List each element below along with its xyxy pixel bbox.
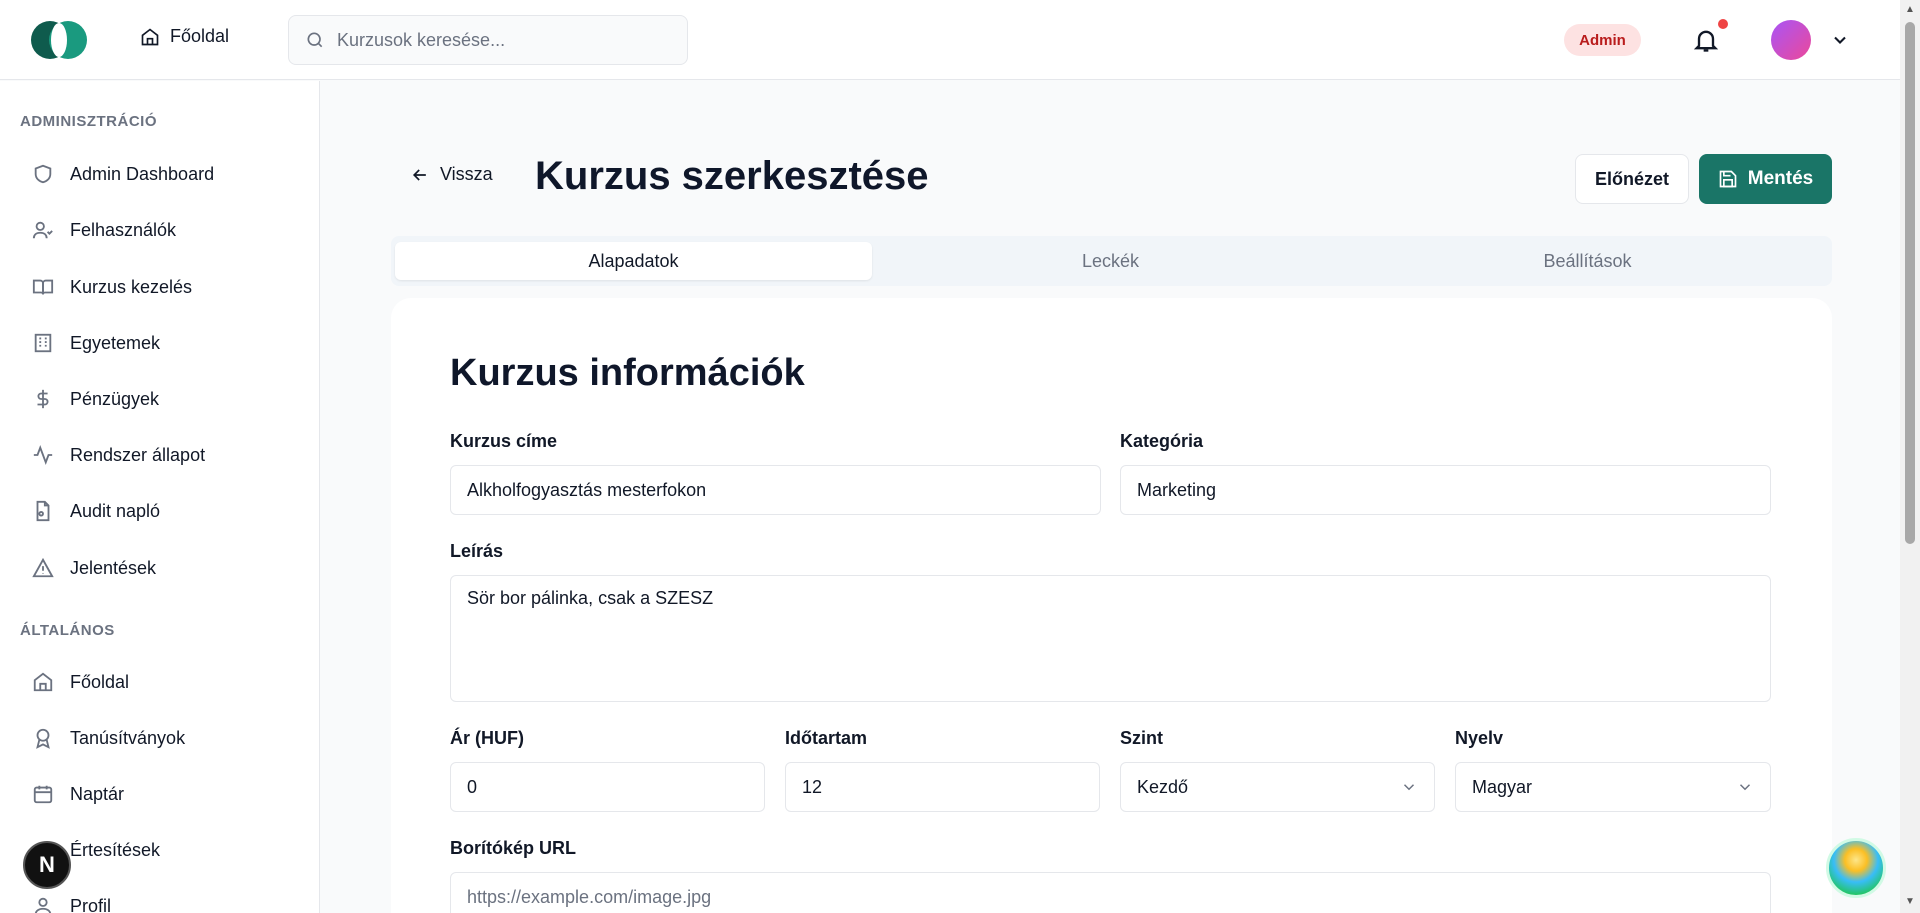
book-icon <box>32 279 54 295</box>
scroll-down-arrow-icon[interactable]: ▼ <box>1905 896 1915 907</box>
level-select[interactable]: Kezdő <box>1120 762 1435 812</box>
sidebar-item-certificates[interactable]: Tanúsítványok <box>32 718 302 758</box>
nextjs-dev-badge[interactable]: N <box>23 841 71 889</box>
back-label: Vissza <box>440 164 493 184</box>
home-icon <box>33 672 53 692</box>
description-textarea[interactable]: Sör bor pálinka, csak a SZESZ <box>450 575 1771 702</box>
sidebar-item-notifications[interactable]: Értesítések <box>32 830 302 870</box>
sidebar-item-reports[interactable]: Jelentések <box>32 548 302 588</box>
notification-dot <box>1718 19 1728 29</box>
sidebar-item-label: Jelentések <box>70 557 157 578</box>
course-title-label: Kurzus címe <box>450 431 558 451</box>
tab-basics[interactable]: Alapadatok <box>395 242 872 280</box>
cover-url-input[interactable] <box>467 886 1754 908</box>
course-title-field[interactable] <box>450 465 1101 515</box>
sidebar-item-users[interactable]: Felhasználók <box>32 210 302 250</box>
sidebar-item-label: Audit napló <box>70 500 161 521</box>
language-value: Magyar <box>1472 776 1533 797</box>
notifications-bell-icon[interactable] <box>1692 24 1720 56</box>
calendar-icon <box>33 785 53 804</box>
sidebar: ADMINISZTRÁCIÓ Admin Dashboard Felhaszná… <box>0 81 320 913</box>
search-box[interactable] <box>288 15 688 65</box>
sidebar-item-profile[interactable]: Profil <box>32 886 302 913</box>
sidebar-item-label: Felhasználók <box>70 219 177 240</box>
price-label: Ár (HUF) <box>450 728 524 748</box>
home-link-label: Főoldal <box>170 26 230 46</box>
chevron-down-icon[interactable] <box>1830 30 1850 50</box>
scroll-up-arrow-icon[interactable]: ▲ <box>1905 4 1915 15</box>
level-value: Kezdő <box>1137 776 1189 797</box>
sidebar-item-label: Értesítések <box>70 839 161 860</box>
sidebar-item-label: Főoldal <box>70 671 130 692</box>
users-icon <box>32 221 53 239</box>
sidebar-item-system-status[interactable]: Rendszer állapot <box>32 435 302 475</box>
sidebar-item-course-management[interactable]: Kurzus kezelés <box>32 267 302 307</box>
dollar-icon <box>37 389 49 409</box>
price-input[interactable] <box>467 776 748 798</box>
home-link[interactable]: Főoldal <box>140 26 229 47</box>
duration-input[interactable] <box>802 776 1083 798</box>
tab-bar: Alapadatok Leckék Beállítások <box>391 236 1832 286</box>
card-title: Kurzus információk <box>450 352 805 394</box>
cover-url-field[interactable] <box>450 872 1771 913</box>
tab-lessons[interactable]: Leckék <box>872 242 1349 280</box>
page-title: Kurzus szerkesztése <box>535 154 929 198</box>
sidebar-item-finances[interactable]: Pénzügyek <box>32 379 302 419</box>
user-icon <box>34 897 52 913</box>
category-field[interactable] <box>1120 465 1771 515</box>
preview-button[interactable]: Előnézet <box>1575 154 1689 204</box>
language-select[interactable]: Magyar <box>1455 762 1771 812</box>
alert-triangle-icon <box>32 557 54 578</box>
category-input[interactable] <box>1137 479 1754 501</box>
sidebar-item-universities[interactable]: Egyetemek <box>32 323 302 363</box>
arrow-left-icon <box>412 168 426 181</box>
save-button[interactable]: Mentés <box>1699 154 1832 204</box>
sidebar-item-home[interactable]: Főoldal <box>32 662 302 702</box>
sidebar-item-label: Profil <box>70 895 112 913</box>
course-title-input[interactable] <box>467 479 1084 501</box>
search-icon <box>307 32 323 48</box>
shield-icon <box>34 164 52 184</box>
award-icon <box>36 728 50 749</box>
language-label: Nyelv <box>1455 728 1504 748</box>
save-icon <box>1719 170 1737 188</box>
sidebar-item-label: Egyetemek <box>70 332 161 353</box>
sidebar-item-label: Naptár <box>70 783 125 804</box>
chevron-down-icon <box>1403 784 1415 791</box>
assistant-fab-icon[interactable] <box>1826 838 1886 898</box>
search-input[interactable] <box>337 29 657 51</box>
save-label: Mentés <box>1747 168 1814 189</box>
home-icon <box>141 27 159 45</box>
top-header: Főoldal Admin <box>0 0 1900 80</box>
sidebar-item-label: Pénzügyek <box>70 388 160 409</box>
file-audit-icon <box>36 500 50 522</box>
level-label: Szint <box>1120 728 1163 748</box>
user-avatar[interactable] <box>1771 20 1811 60</box>
sidebar-item-admin-dashboard[interactable]: Admin Dashboard <box>32 154 302 194</box>
activity-icon <box>33 445 53 465</box>
sidebar-item-label: Admin Dashboard <box>70 163 215 184</box>
sidebar-item-label: Rendszer állapot <box>70 444 206 465</box>
role-badge: Admin <box>1564 24 1641 56</box>
sidebar-item-calendar[interactable]: Naptár <box>32 774 302 814</box>
price-field[interactable] <box>450 762 765 812</box>
tab-settings[interactable]: Beállítások <box>1349 242 1826 280</box>
building-icon <box>34 333 52 353</box>
app-logo[interactable] <box>30 20 88 60</box>
chevron-down-icon <box>1739 784 1751 791</box>
description-label: Leírás <box>450 541 504 561</box>
sidebar-item-label: Kurzus kezelés <box>70 276 193 297</box>
sidebar-section-admin: ADMINISZTRÁCIÓ <box>20 113 157 130</box>
category-label: Kategória <box>1120 431 1204 451</box>
scrollbar-thumb[interactable] <box>1905 22 1915 544</box>
duration-field[interactable] <box>785 762 1100 812</box>
sidebar-section-general: ÁLTALÁNOS <box>20 622 115 639</box>
duration-label: Időtartam <box>785 728 868 748</box>
back-button[interactable]: Vissza <box>410 164 493 185</box>
sidebar-item-label: Tanúsítványok <box>70 727 186 748</box>
sidebar-item-audit-log[interactable]: Audit napló <box>32 491 302 531</box>
cover-url-label: Borítókép URL <box>450 838 576 858</box>
